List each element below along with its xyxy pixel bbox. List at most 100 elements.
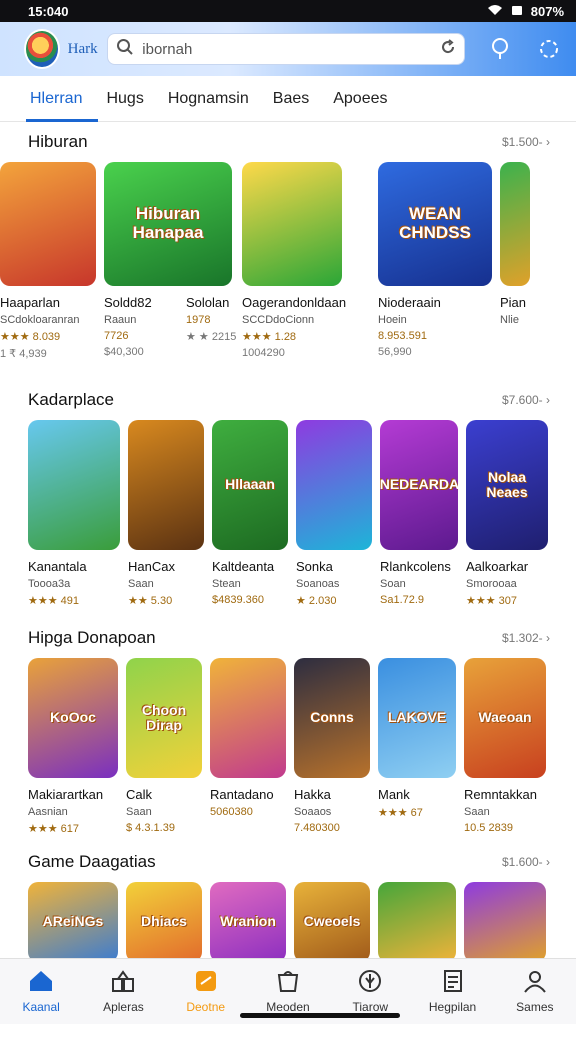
card-subtitle: Saan xyxy=(464,806,546,818)
game-card[interactable]: Rantadano5060380 xyxy=(210,658,286,864)
game-card[interactable]: Sololan1978★ ★ 2215 xyxy=(186,286,236,343)
person-icon xyxy=(522,969,548,996)
game-card[interactable]: KoOocMakiarartkanAasnian★★★ 617 xyxy=(28,658,118,864)
game-thumbnail[interactable]: Cweoels xyxy=(294,882,370,962)
nav-item-sames[interactable]: Sames xyxy=(499,969,571,1014)
card-extra: 1004290 xyxy=(242,347,342,359)
nav-item-kaanal[interactable]: Kaanal xyxy=(5,969,77,1014)
section: Hiburan$1.500- ›HaaparlanSCdokloaranran★… xyxy=(0,122,576,372)
nav-label: Kaanal xyxy=(22,1000,59,1014)
card-extra: ★ ★ 2215 xyxy=(186,330,236,343)
game-thumbnail[interactable] xyxy=(242,162,342,286)
card-subtitle: Stean xyxy=(212,578,288,590)
app-name: Hark xyxy=(68,41,100,58)
card-rating: ★★★ 67 xyxy=(378,806,456,819)
game-thumbnail[interactable]: Waeoan xyxy=(464,658,546,778)
game-card[interactable]: HllaaanKaltdeantaStean$4839.360 xyxy=(212,420,288,636)
location-icon[interactable] xyxy=(487,34,513,64)
game-thumbnail[interactable]: KoOoc xyxy=(28,658,118,778)
game-thumbnail[interactable] xyxy=(296,420,372,550)
top-bar: Hark ibornah xyxy=(0,22,576,76)
game-thumbnail[interactable] xyxy=(28,420,120,550)
search-icon xyxy=(116,38,134,60)
card-subtitle: Hoein xyxy=(378,314,492,326)
game-thumbnail[interactable] xyxy=(378,882,456,962)
section: Hipga Donapoan$1.302- ›KoOocMakiarartkan… xyxy=(0,618,576,864)
game-thumbnail[interactable]: Conns xyxy=(294,658,370,778)
card-extra: $40,300 xyxy=(104,346,232,358)
game-thumbnail[interactable]: Nolaa Neaes xyxy=(466,420,548,550)
section-header: Kadarplace $7.600- › xyxy=(0,380,576,420)
card-subtitle: SCCDdoCionn xyxy=(242,314,342,326)
thumbnail-title: LAKOVE xyxy=(388,710,446,725)
card-name: Nioderaain xyxy=(378,295,492,310)
game-thumbnail[interactable]: Hllaaan xyxy=(212,420,288,550)
game-thumbnail[interactable]: Wranion xyxy=(210,882,286,962)
thumbnail-title: HANEDEARDAAS xyxy=(380,477,458,492)
game-card[interactable]: HaaparlanSCdokloaranran★★★ 8.0391 ₹ 4,93… xyxy=(0,162,96,360)
thumbnail-title: KoOoc xyxy=(50,710,96,725)
game-thumbnail[interactable]: LAKOVE xyxy=(378,658,456,778)
section-title: Game Daagatias xyxy=(28,852,156,872)
search-input[interactable]: ibornah xyxy=(107,33,465,65)
nav-item-tiarow[interactable]: Tiarow xyxy=(334,969,406,1014)
card-rating: 8.953.591 xyxy=(378,330,492,342)
tab-baes[interactable]: Baes xyxy=(273,76,309,122)
game-card[interactable]: LAKOVE Mank ★★★ 67 xyxy=(378,658,456,864)
compass-icon xyxy=(357,969,383,996)
see-more-link[interactable]: $7.600- › xyxy=(502,393,550,407)
nav-item-meoden[interactable]: Meoden xyxy=(252,969,324,1014)
refresh-icon[interactable] xyxy=(440,39,456,59)
section-title: Kadarplace xyxy=(28,390,114,410)
game-card[interactable]: WaeoanRemntakkanSaan10.5 2839 xyxy=(464,658,546,864)
game-thumbnail[interactable] xyxy=(128,420,204,550)
card-name: Oagerandonldaan xyxy=(242,295,342,310)
home-indicator[interactable] xyxy=(240,1013,400,1018)
game-thumbnail[interactable] xyxy=(210,658,286,778)
card-name: Aalkoarkar xyxy=(466,559,548,574)
game-card[interactable]: HANEDEARDAASRlankcolensSoanSa1.72.9 xyxy=(380,420,458,636)
app-logo[interactable] xyxy=(24,29,60,69)
game-card[interactable]: OagerandonldaanSCCDdoCionn★★★ 1.28100429… xyxy=(242,162,342,359)
game-thumbnail[interactable] xyxy=(0,162,96,286)
game-thumbnail[interactable] xyxy=(464,882,546,962)
game-card[interactable]: SonkaSoanoas★ 2.030 xyxy=(296,420,372,636)
loading-icon[interactable] xyxy=(536,34,562,64)
tab-hognamsin[interactable]: Hognamsin xyxy=(168,76,249,122)
tab-apoees[interactable]: Apoees xyxy=(333,76,387,122)
nav-item-deotne[interactable]: Deotne xyxy=(170,969,242,1014)
tab-hugs[interactable]: Hugs xyxy=(106,76,143,122)
see-more-link[interactable]: $1.302- › xyxy=(502,631,550,645)
game-card[interactable]: KanantalaToooa3a★★★ 491 xyxy=(28,420,120,636)
game-card[interactable]: WEAN CHNDSSNioderaainHoein8.953.59156,99… xyxy=(378,162,492,358)
game-thumbnail[interactable] xyxy=(500,162,530,286)
see-more-link[interactable]: $1.600- › xyxy=(502,855,550,869)
section-header: Hiburan$1.500- › xyxy=(0,122,576,162)
card-name: Kaltdeanta xyxy=(212,559,288,574)
game-thumbnail[interactable]: AReiNGs xyxy=(28,882,118,962)
card-subtitle: Soanoas xyxy=(296,578,372,590)
game-card[interactable]: PianNlie xyxy=(500,162,530,326)
game-thumbnail[interactable]: Hiburan Hanapaa xyxy=(104,162,232,286)
apps-icon xyxy=(110,969,136,996)
nav-label: Deotne xyxy=(186,1000,225,1014)
card-name: Mank xyxy=(378,787,456,802)
card-rating: Sa1.72.9 xyxy=(380,594,458,606)
nav-item-hegpilan[interactable]: Hegpilan xyxy=(417,969,489,1014)
game-thumbnail[interactable]: Choon Dirap xyxy=(126,658,202,778)
game-card[interactable]: HanCaxSaan★★ 5.30 xyxy=(128,420,204,636)
thumbnail-title: Waeoan xyxy=(478,710,531,725)
game-card[interactable]: Choon DirapCalkSaan$ 4.3.1.39 xyxy=(126,658,202,864)
tab-hlerran[interactable]: Hlerran xyxy=(30,76,82,122)
see-more-link[interactable]: $1.500- › xyxy=(502,135,550,149)
status-time: 15:040 xyxy=(28,4,68,19)
card-rating: ★ 2.030 xyxy=(296,594,372,607)
game-card[interactable]: Nolaa NeaesAalkoarkarSmorooaa★★★ 307 xyxy=(466,420,548,636)
card-name: Hakka xyxy=(294,787,370,802)
game-thumbnail[interactable]: HANEDEARDAAS xyxy=(380,420,458,550)
card-row: HaaparlanSCdokloaranran★★★ 8.0391 ₹ 4,93… xyxy=(0,162,576,372)
game-thumbnail[interactable]: Dhiacs xyxy=(126,882,202,962)
game-thumbnail[interactable]: WEAN CHNDSS xyxy=(378,162,492,286)
game-card[interactable]: ConnsHakkaSoaaos7.480300 xyxy=(294,658,370,864)
nav-item-apleras[interactable]: Apleras xyxy=(87,969,159,1014)
